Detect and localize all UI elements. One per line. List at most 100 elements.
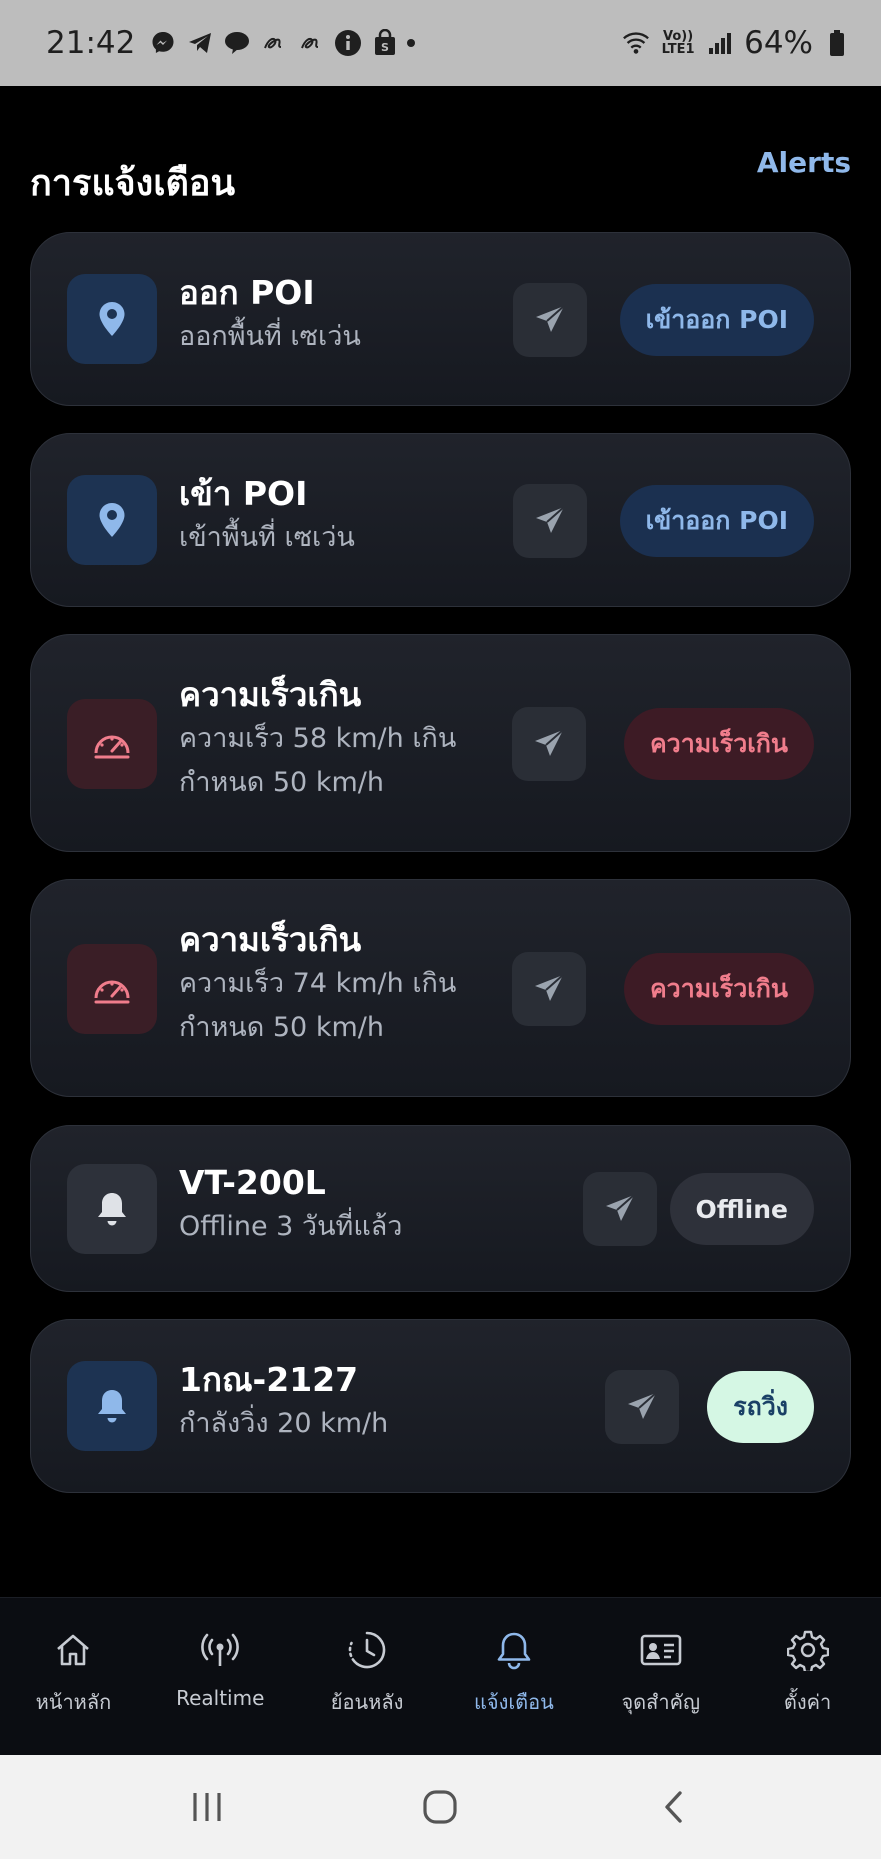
home-icon [51,1628,95,1672]
status-bar: 21:42 S Vo)) LTE1 64% [0,0,881,86]
info-icon [334,29,362,57]
script-a-icon [260,29,288,57]
location-pin-icon [99,503,125,537]
send-icon [628,1392,657,1419]
alert-text: เข้า POI เข้าพื้นที่ เซเว่น [179,472,355,560]
alert-description: เข้าพื้นที่ เซเว่น [179,522,355,553]
nav-item-home[interactable]: หน้าหลัก [0,1598,147,1755]
telegram-icon [186,29,214,57]
nav-label: หน้าหลัก [35,1690,112,1714]
alert-title: ออก POI [179,273,315,312]
alert-title: ความเร็วเกิน [179,920,362,959]
id-card-icon [639,1628,683,1672]
history-clock-icon [345,1628,389,1672]
alert-title: 1กณ-2127 [179,1360,359,1399]
recent-apps-icon [193,1793,221,1821]
alert-text: ความเร็วเกิน ความเร็ว 74 km/h เกิน กำหนด… [179,918,456,1050]
nav-item-realtime[interactable]: Realtime [147,1598,294,1755]
gear-icon [786,1628,830,1672]
nav-label: แจ้งเตือน [473,1690,554,1714]
nav-label: Realtime [176,1686,265,1710]
back-button[interactable] [644,1777,704,1837]
nav-item-poi[interactable]: จุดสำคัญ [587,1598,734,1755]
shopping-bag-icon: S [371,29,399,57]
send-button[interactable] [512,707,586,781]
home-circle-icon [423,1790,458,1824]
system-indicators: Vo)) LTE1 64% [622,25,851,61]
alert-card[interactable]: เข้า POI เข้าพื้นที่ เซเว่น เข้าออก POI [30,433,851,607]
script-a-icon [297,29,325,57]
alert-icon-box [67,1164,157,1254]
send-icon [536,305,565,332]
bell-icon [492,1628,536,1672]
alert-card[interactable]: VT-200L Offline 3 วันที่แล้ว Offline [30,1125,851,1292]
wifi-icon [622,29,650,57]
bell-icon [98,1193,126,1226]
alert-text: ออก POI ออกพื้นที่ เซเว่น [179,271,361,359]
nav-label: ตั้งค่า [783,1690,832,1714]
send-button[interactable] [512,952,586,1026]
alert-description: กำหนด 50 km/h [179,767,384,798]
alert-card[interactable]: ความเร็วเกิน ความเร็ว 74 km/h เกิน กำหนด… [30,879,851,1097]
nav-item-settings[interactable]: ตั้งค่า [734,1598,881,1755]
more-notifications-dot [407,39,416,47]
alert-description: Offline 3 วันที่แล้ว [179,1211,403,1242]
nav-label: จุดสำคัญ [621,1690,701,1714]
status-time: 21:42 [46,25,136,61]
send-button[interactable] [513,484,587,558]
send-icon [535,974,564,1001]
home-button[interactable] [410,1777,470,1837]
send-button[interactable] [605,1370,679,1444]
messenger-icon [149,29,177,57]
alert-icon-box [67,944,157,1034]
alert-type-badge[interactable]: รถวิ่ง [707,1371,814,1443]
alert-icon-box [67,475,157,565]
alert-description: กำลังวิ่ง 20 km/h [179,1408,389,1439]
page-title: การแจ้งเตือน [30,163,236,204]
nav-label: ย้อนหลัง [330,1690,404,1714]
send-button[interactable] [583,1172,657,1246]
alert-type-badge[interactable]: ความเร็วเกิน [623,953,814,1025]
bell-icon [98,1390,126,1423]
alert-card[interactable]: 1กณ-2127 กำลังวิ่ง 20 km/h รถวิ่ง [30,1319,851,1493]
notification-icons: S [149,29,399,57]
send-icon [606,1194,635,1221]
alert-title: ความเร็วเกิน [179,675,362,714]
nav-item-history[interactable]: ย้อนหลัง [294,1598,441,1755]
alert-title: VT-200L [179,1163,326,1202]
alert-type-badge[interactable]: เข้าออก POI [619,485,814,557]
system-nav-bar [0,1755,881,1859]
alert-icon-box [67,274,157,364]
send-icon [536,506,565,533]
alert-description: ออกพื้นที่ เซเว่น [179,321,361,352]
network-label: Vo)) LTE1 [661,29,695,57]
alerts-link[interactable]: Alerts [757,146,851,179]
alert-text: 1กณ-2127 กำลังวิ่ง 20 km/h [179,1358,388,1446]
alert-description: กำหนด 50 km/h [179,1012,384,1043]
alert-icon-box [67,699,157,789]
send-button[interactable] [513,283,587,357]
alert-text: VT-200L Offline 3 วันที่แล้ว [179,1161,402,1249]
battery-icon [823,29,851,57]
speedometer-icon [94,980,130,1004]
alert-title: เข้า POI [179,474,308,513]
signal-icon [706,29,734,57]
nav-item-alerts[interactable]: แจ้งเตือน [440,1598,587,1755]
location-pin-icon [99,302,125,336]
alert-card[interactable]: ความเร็วเกิน ความเร็ว 58 km/h เกิน กำหนด… [30,634,851,852]
battery-percent: 64% [744,25,813,61]
speedometer-icon [94,735,130,759]
broadcast-icon [198,1628,242,1672]
recent-apps-button[interactable] [177,1777,237,1837]
svg-text:S: S [381,41,389,54]
alert-description: ความเร็ว 58 km/h เกิน [179,723,457,754]
alert-type-badge[interactable]: เข้าออก POI [619,284,814,356]
alert-description: ความเร็ว 74 km/h เกิน [179,968,457,999]
alert-text: ความเร็วเกิน ความเร็ว 58 km/h เกิน กำหนด… [179,673,456,805]
alert-type-badge[interactable]: ความเร็วเกิน [623,708,814,780]
line-icon [223,29,251,57]
alert-type-badge[interactable]: Offline [669,1173,814,1245]
back-chevron-icon [665,1791,682,1823]
alert-card[interactable]: ออก POI ออกพื้นที่ เซเว่น เข้าออก POI [30,232,851,406]
bottom-nav: หน้าหลัก Realtime ย้อนหลัง แจ้งเตือน จุด… [0,1597,881,1755]
